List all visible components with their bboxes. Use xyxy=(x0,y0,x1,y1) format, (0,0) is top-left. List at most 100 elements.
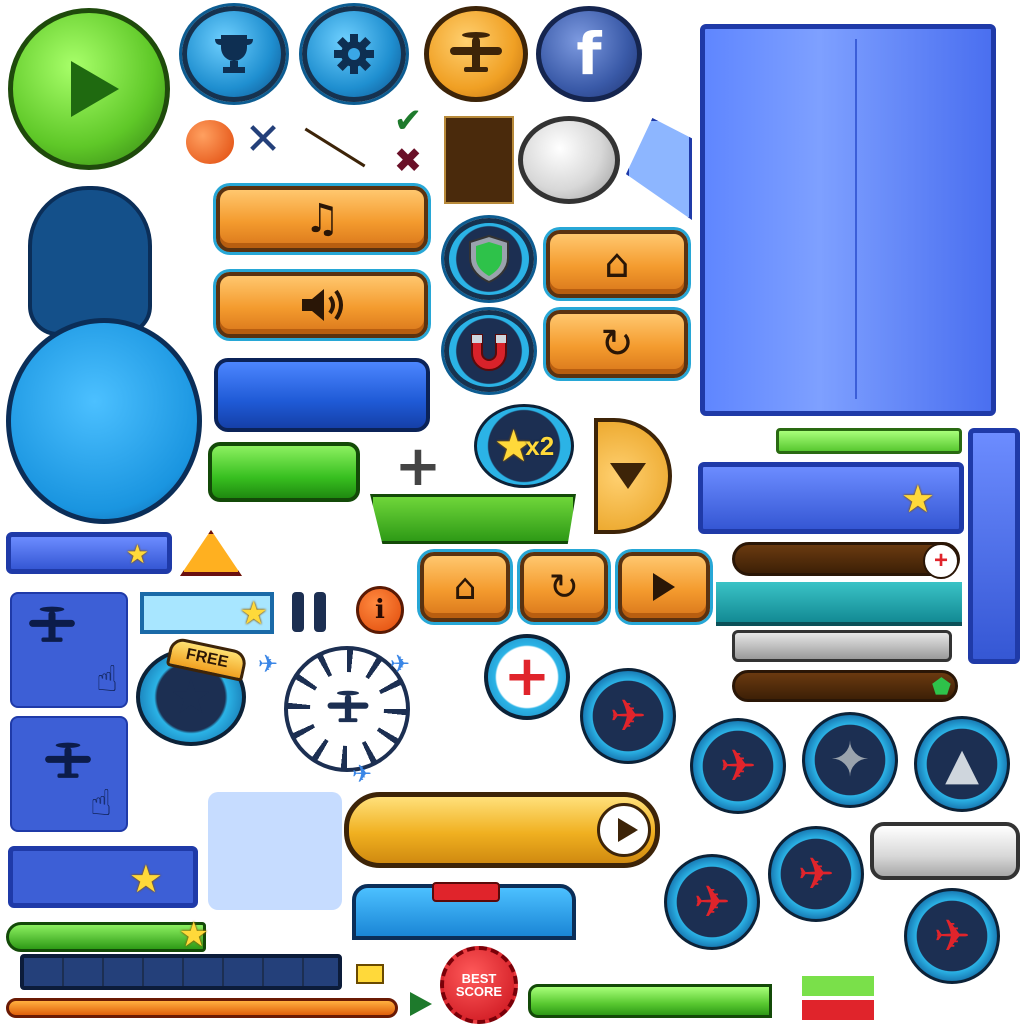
free-label: FREE xyxy=(184,645,230,672)
plus-icon: + xyxy=(503,644,551,709)
light-blue-square xyxy=(208,792,342,910)
grey-bar xyxy=(732,630,952,662)
play-button[interactable] xyxy=(8,8,170,170)
add-health-button[interactable]: + xyxy=(484,634,570,720)
dropdown-arrow-button[interactable] xyxy=(594,418,672,534)
facebook-button[interactable]: f xyxy=(536,6,642,102)
star-panel-bottom: ★ xyxy=(8,846,198,908)
music-button[interactable]: ♫ xyxy=(216,186,428,252)
segmented-progress-bar xyxy=(20,954,342,990)
shield-icon: ⬟ xyxy=(931,675,951,700)
x2-label: x2 xyxy=(525,430,555,461)
grey-button[interactable] xyxy=(518,116,620,204)
orange-progress-bar xyxy=(6,998,398,1018)
restart-icon: ↻ xyxy=(600,321,634,367)
shuriken-badge[interactable]: ✦ xyxy=(802,712,898,808)
restart-icon: ↻ xyxy=(548,566,580,608)
shuriken-icon: ✦ xyxy=(829,732,871,788)
magnet-icon xyxy=(471,334,507,371)
plus-icon: + xyxy=(394,433,442,499)
blue-blob-top xyxy=(28,186,152,336)
plane-shop-button[interactable] xyxy=(424,6,528,102)
teal-bar xyxy=(716,582,962,626)
plane-icon xyxy=(45,742,91,778)
trophy-button[interactable] xyxy=(182,6,286,102)
white-pill-button[interactable] xyxy=(870,822,1020,880)
brown-block xyxy=(444,116,514,204)
plane-icon xyxy=(450,32,502,72)
small-plane-icon: ✈ xyxy=(390,650,411,678)
light-blue-bar: ★ xyxy=(140,592,274,634)
hand-pointer-icon: ☝ xyxy=(96,659,118,700)
play-button-small[interactable] xyxy=(618,552,710,622)
green-bottom-bar xyxy=(528,984,772,1018)
triple-shot-plane-badge[interactable]: ✈ xyxy=(664,854,760,950)
missile-badge[interactable]: ▲ xyxy=(914,716,1010,812)
green-long-button[interactable] xyxy=(208,442,360,502)
home-button[interactable]: ⌂ xyxy=(546,230,688,298)
close-icon[interactable]: ✕ xyxy=(240,114,286,165)
star-panel-small: ★ xyxy=(6,532,172,574)
home-icon: ⌂ xyxy=(453,566,477,608)
blue-long-button[interactable] xyxy=(214,358,430,432)
missile-icon: ▲ xyxy=(945,738,979,790)
star-icon: ★ xyxy=(169,669,213,725)
vertical-blue-bar xyxy=(968,428,1020,664)
yellow-play-bar[interactable] xyxy=(344,792,660,868)
home-icon: ⌂ xyxy=(604,241,630,287)
magnet-powerup-button[interactable] xyxy=(444,310,534,392)
plane-icon: ✈ xyxy=(797,848,835,900)
red-tab xyxy=(432,882,500,902)
shield-icon xyxy=(469,234,509,284)
facebook-icon: f xyxy=(576,20,602,88)
orange-dot xyxy=(186,120,234,164)
warning-triangle xyxy=(180,530,242,576)
green-ribbon xyxy=(370,494,576,544)
green-red-swatch xyxy=(802,976,874,1020)
chevron-down-icon xyxy=(610,463,646,489)
tutorial-card-swipe: ☝ xyxy=(10,592,128,708)
plane-icon: ✈ xyxy=(719,740,757,792)
trophy-icon xyxy=(215,35,253,73)
double-shot-plane-badge[interactable]: ✈ xyxy=(768,826,864,922)
small-plane-icon: ✈ xyxy=(258,650,279,678)
cross-icon: ✖ xyxy=(393,141,423,181)
tutorial-card-tap: ☝ xyxy=(10,716,128,832)
double-star-button[interactable]: ★ x2 xyxy=(474,404,574,488)
sound-button[interactable] xyxy=(216,272,428,338)
large-panel xyxy=(700,24,996,416)
laser-plane-badge[interactable]: ✈ xyxy=(690,718,786,814)
sound-icon xyxy=(302,289,343,321)
blue-console-panel xyxy=(352,882,576,940)
star-icon: ★ xyxy=(128,859,163,901)
star-icon: ★ xyxy=(900,479,935,521)
plane-icon xyxy=(327,690,369,723)
settings-button[interactable] xyxy=(302,6,406,102)
check-icon: ✔ xyxy=(393,101,423,141)
stick-divider xyxy=(304,127,366,168)
green-star-bar: ★ xyxy=(6,916,209,954)
star-icon: ★ xyxy=(239,595,268,631)
side-shot-plane-badge[interactable]: ✈ xyxy=(904,888,1000,984)
info-button[interactable]: i xyxy=(356,586,404,634)
brown-progress-bar: + xyxy=(732,542,960,579)
plane-icon: ✈ xyxy=(933,910,971,962)
hand-pointer-icon: ☝ xyxy=(90,783,112,824)
plane-icon: ✈ xyxy=(693,876,731,928)
star-icon: ★ xyxy=(178,916,209,954)
play-icon xyxy=(653,573,675,601)
plane-icon xyxy=(29,606,75,642)
green-arrow-icon xyxy=(410,992,432,1016)
small-plane-icon: ✈ xyxy=(352,760,373,788)
restart-button-small[interactable]: ↻ xyxy=(520,552,608,622)
plane-icon: ✈ xyxy=(609,690,647,742)
small-yellow-chip xyxy=(356,964,384,984)
restart-button[interactable]: ↻ xyxy=(546,310,688,378)
lightning-plane-badge[interactable]: ✈ xyxy=(580,668,676,764)
home-button-small[interactable]: ⌂ xyxy=(420,552,510,622)
best-score-label-2: SCORE xyxy=(455,984,503,999)
shield-powerup-button[interactable] xyxy=(444,218,534,300)
pause-icon[interactable] xyxy=(290,592,334,632)
plus-icon[interactable]: + xyxy=(923,543,959,579)
play-icon xyxy=(71,61,119,117)
